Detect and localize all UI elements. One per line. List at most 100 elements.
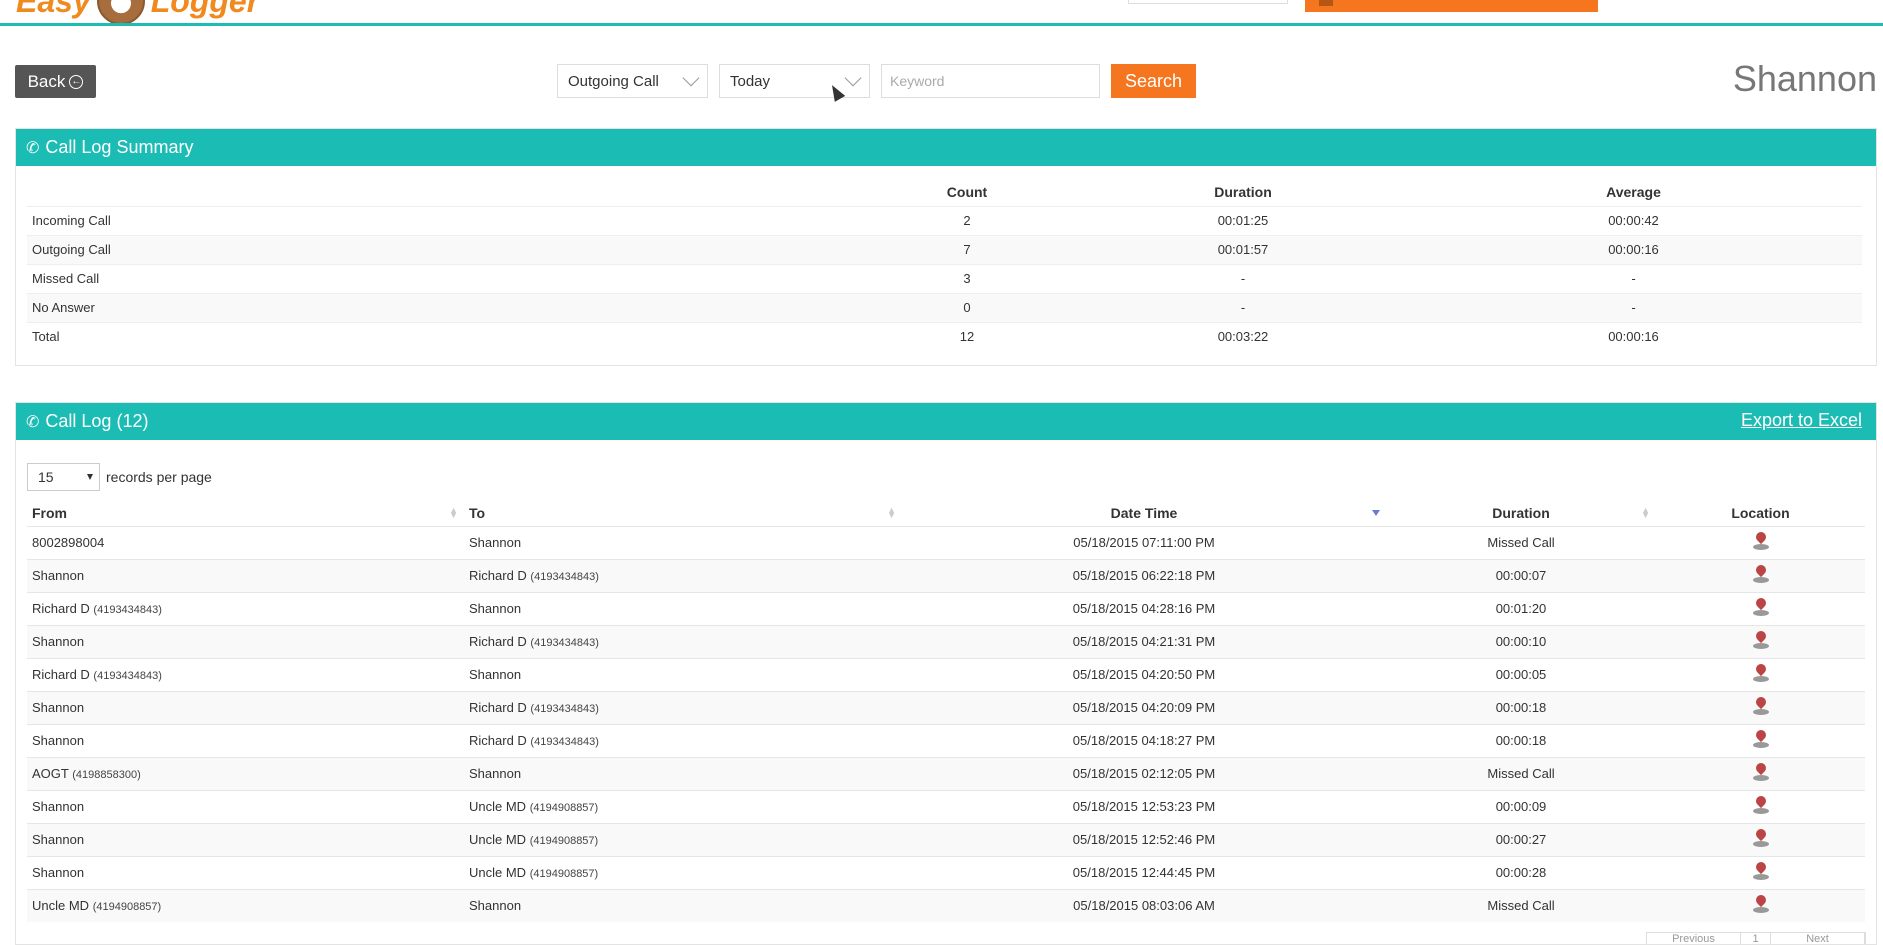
summary-label: No Answer (27, 292, 853, 322)
col-header-from-label: From (32, 504, 67, 521)
col-header-to[interactable]: To ▲ ▼ (464, 500, 902, 526)
summary-duration: 00:01:25 (1081, 205, 1405, 235)
col-header-location: Location (1656, 500, 1865, 526)
to-number: (4193434843) (530, 637, 599, 649)
col-header-datetime[interactable]: Date Time (902, 500, 1386, 526)
cell-location (1656, 822, 1865, 856)
col-header-duration[interactable]: Duration ▲ ▼ (1386, 500, 1656, 526)
records-per-page-label: records per page (106, 469, 212, 485)
cell-to: Shannon (464, 525, 902, 559)
search-button[interactable]: Search (1111, 64, 1196, 98)
call-type-select[interactable]: Outgoing Call (557, 64, 708, 98)
location-pin-icon[interactable] (1752, 795, 1770, 815)
summary-average: 00:00:42 (1405, 205, 1862, 235)
from-name: Shannon (32, 700, 85, 715)
location-pin-icon[interactable] (1752, 729, 1770, 749)
logo-text-right: Logger (150, 0, 260, 19)
to-name: Richard D (469, 700, 527, 715)
date-range-select[interactable]: Today (719, 64, 870, 98)
to-name: Richard D (469, 568, 527, 583)
summary-col-label (27, 178, 853, 206)
cell-datetime: 05/18/2015 12:53:23 PM (902, 789, 1386, 823)
cell-to: Richard D (4193434843) (464, 723, 902, 757)
cell-to: Uncle MD (4194908857) (464, 822, 902, 856)
cell-from: Richard D (4193434843) (27, 591, 464, 625)
header-search-field[interactable] (1128, 0, 1288, 4)
location-pin-icon[interactable] (1752, 894, 1770, 914)
summary-average: 00:00:16 (1405, 234, 1862, 264)
summary-col-count: Count (946, 183, 988, 200)
header-action-button[interactable] (1305, 0, 1598, 12)
app-logo[interactable]: Easy Logger (16, 0, 260, 23)
call-log-body: 8002898004 Shannon 05/18/2015 07:11:00 P… (27, 525, 1865, 922)
from-name: Shannon (32, 799, 85, 814)
call-log-row: Richard D (4193434843) Shannon 05/18/2015… (27, 591, 1865, 625)
summary-count: 12 (853, 321, 1081, 351)
back-button[interactable]: Back ← (15, 65, 96, 98)
location-pin-icon[interactable] (1752, 531, 1770, 551)
location-pin-icon[interactable] (1752, 696, 1770, 716)
from-number: (4194908857) (92, 901, 162, 914)
keyword-input[interactable] (881, 64, 1100, 98)
call-log-row: Shannon Uncle MD (4194908857) 05/18/2015 … (27, 789, 1865, 823)
cell-to: Richard D (4193434843) (464, 690, 902, 724)
cell-from: Shannon (27, 624, 464, 658)
call-log-table: From ▲ ▼ To ▲ ▼ Date Time Duration ▲ ▼ Locatio… (27, 500, 1865, 922)
export-to-excel-link[interactable]: Export to Excel (1741, 410, 1862, 431)
user-name-title: Shannon (1732, 58, 1877, 99)
to-name: Shannon (469, 766, 522, 781)
cell-from: Shannon (27, 690, 464, 724)
summary-row: Missed Call 3- - (27, 263, 1862, 293)
location-pin-icon[interactable] (1752, 663, 1770, 683)
chevron-down-icon (682, 69, 700, 87)
pager-previous-button[interactable]: Previous (1647, 933, 1741, 944)
records-per-page-select[interactable]: 15 (27, 463, 100, 491)
cell-datetime: 05/18/2015 04:18:27 PM (902, 723, 1386, 757)
cell-location (1656, 591, 1865, 625)
location-pin-icon[interactable] (1752, 828, 1770, 848)
cell-duration: 00:00:10 (1386, 624, 1656, 658)
call-log-row: Shannon Richard D (4193434843) 05/18/2015… (27, 558, 1865, 592)
sort-desc-icon (1372, 510, 1380, 516)
header-action-icon (1319, 0, 1333, 6)
cell-location (1656, 855, 1865, 889)
col-header-datetime-label: Date Time (1110, 504, 1178, 521)
cell-to: Shannon (464, 888, 902, 922)
cell-duration: 00:00:05 (1386, 657, 1656, 691)
location-pin-icon[interactable] (1752, 564, 1770, 584)
pager-page-1[interactable]: 1 (1741, 933, 1771, 944)
from-name: Shannon (32, 733, 85, 748)
sort-both-icon: ▲ ▼ (1641, 505, 1650, 520)
col-header-from[interactable]: From ▲ ▼ (27, 500, 464, 526)
summary-duration: - (1081, 263, 1405, 293)
cell-datetime: 05/18/2015 08:03:06 AM (902, 888, 1386, 922)
cell-to: Uncle MD (4194908857) (464, 855, 902, 889)
pager-next-button[interactable]: Next (1771, 933, 1865, 944)
cell-datetime: 05/18/2015 02:12:05 PM (902, 756, 1386, 790)
location-pin-icon[interactable] (1752, 597, 1770, 617)
to-name: Uncle MD (469, 865, 527, 880)
records-per-page: 15 records per page (27, 463, 212, 491)
location-pin-icon[interactable] (1752, 762, 1770, 782)
cell-duration: 00:00:18 (1386, 723, 1656, 757)
summary-duration: 00:01:57 (1081, 234, 1405, 264)
cell-location (1656, 723, 1865, 757)
cell-datetime: 05/18/2015 04:20:09 PM (902, 690, 1386, 724)
cell-location (1656, 789, 1865, 823)
logo-badge-icon (96, 0, 145, 23)
summary-count: 2 (853, 205, 1081, 235)
cell-from: Shannon (27, 723, 464, 757)
summary-label: Missed Call (27, 263, 853, 293)
from-name: 8002898004 (32, 535, 105, 550)
to-name: Richard D (469, 634, 527, 649)
col-header-to-label: To (469, 504, 486, 521)
cell-duration: Missed Call (1386, 525, 1656, 559)
summary-table: Count Duration Average Incoming Call 2 00:… (27, 178, 1862, 351)
location-pin-icon[interactable] (1752, 630, 1770, 650)
from-name: Shannon (32, 568, 85, 583)
cell-duration: 00:00:27 (1386, 822, 1656, 856)
location-pin-icon[interactable] (1752, 861, 1770, 881)
call-log-row: Shannon Richard D (4193434843) 05/18/2015… (27, 690, 1865, 724)
to-number: (4194908857) (529, 835, 599, 847)
call-log-title: Call Log (12) (45, 411, 149, 431)
